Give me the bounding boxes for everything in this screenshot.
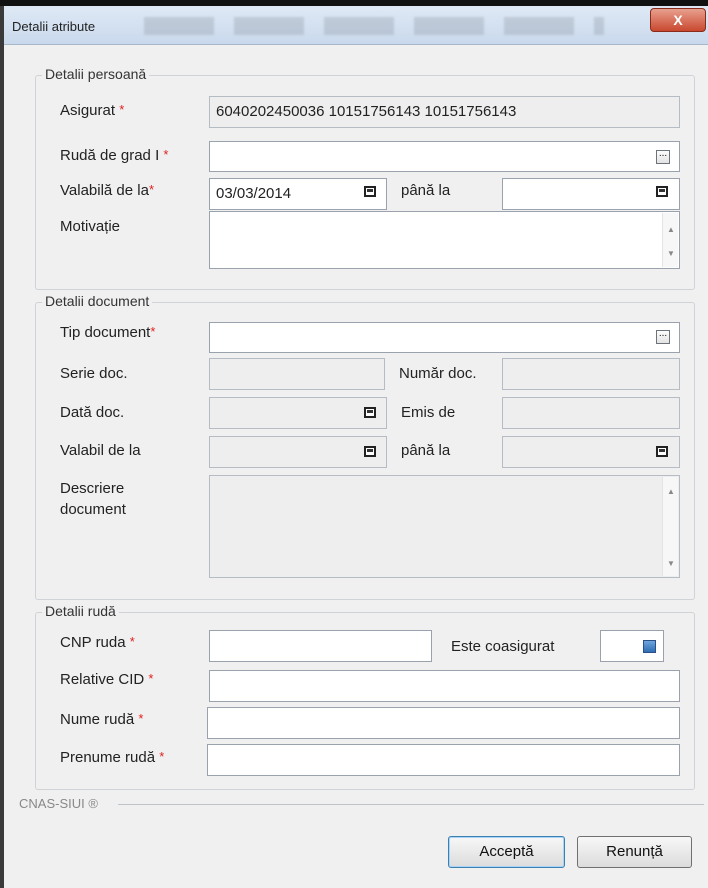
calendar-icon[interactable] xyxy=(656,446,668,457)
tip-document-label: Tip document* xyxy=(60,324,156,341)
nume-ruda-field[interactable] xyxy=(207,707,680,739)
calendar-icon[interactable] xyxy=(656,186,668,197)
descriere-scrollbar[interactable]: ▲ ▼ xyxy=(662,477,678,576)
nume-ruda-label: Nume rudă * xyxy=(60,711,144,728)
dialog-window: Detalii atribute X Detalii persoană Asig… xyxy=(4,6,708,888)
tip-document-field[interactable] xyxy=(209,322,680,353)
descriere-label-line2: document xyxy=(60,501,126,518)
motivatie-scrollbar[interactable]: ▲ ▼ xyxy=(662,213,678,267)
emis-de-label: Emis de xyxy=(401,404,456,421)
cnp-ruda-field[interactable] xyxy=(209,630,432,662)
valabil-label: Valabil de la xyxy=(60,442,141,459)
relative-cid-label: Relative CID * xyxy=(60,671,154,688)
pana-label: până la xyxy=(401,182,451,199)
serie-doc-label: Serie doc. xyxy=(60,365,128,382)
calendar-icon[interactable] xyxy=(364,186,376,197)
title-bar[interactable]: Detalii atribute X xyxy=(4,6,708,45)
emis-de-field xyxy=(502,397,680,429)
close-button[interactable]: X xyxy=(650,8,706,32)
scroll-down-icon[interactable]: ▼ xyxy=(667,559,675,568)
asigurat-field: 6040202450036 10151756143 10151756143 xyxy=(209,96,680,128)
prenume-ruda-label: Prenume rudă * xyxy=(60,749,165,766)
background-window-ghost xyxy=(144,17,604,35)
data-doc-label: Dată doc. xyxy=(60,404,125,421)
valabila-label: Valabilă de la* xyxy=(60,182,155,199)
pana-date-field[interactable] xyxy=(502,178,680,210)
ellipsis-icon[interactable]: ... xyxy=(656,149,670,164)
valabila-date-field[interactable]: 03/03/2014 xyxy=(209,178,387,210)
scroll-up-icon[interactable]: ▲ xyxy=(667,225,675,234)
descriere-textarea xyxy=(209,475,680,578)
numar-doc-field xyxy=(502,358,680,390)
descriere-label-line1: Descriere xyxy=(60,480,125,497)
asigurat-label: Asigurat * xyxy=(60,102,125,119)
prenume-ruda-field[interactable] xyxy=(207,744,680,776)
required-mark: * xyxy=(119,102,125,117)
relative-cid-field[interactable] xyxy=(209,670,680,702)
scroll-up-icon[interactable]: ▲ xyxy=(667,487,675,496)
window-title: Detalii atribute xyxy=(12,19,96,34)
pana-doc-field xyxy=(502,436,680,468)
data-doc-field xyxy=(209,397,387,429)
scroll-down-icon[interactable]: ▼ xyxy=(667,249,675,258)
pana-doc-label: până la xyxy=(401,442,451,459)
brand-label: CNAS-SIUI ® xyxy=(19,796,98,811)
motivatie-label: Motivație xyxy=(60,218,121,235)
group-ruda-legend: Detalii rudă xyxy=(42,603,119,619)
ellipsis-icon[interactable]: ... xyxy=(656,329,670,344)
numar-doc-label: Număr doc. xyxy=(399,365,477,382)
footer-divider xyxy=(118,804,704,805)
calendar-icon[interactable] xyxy=(364,446,376,457)
calendar-icon[interactable] xyxy=(364,407,376,418)
ruda-grad-field[interactable] xyxy=(209,141,680,172)
coasigurat-label: Este coasigurat xyxy=(451,638,555,655)
serie-doc-field xyxy=(209,358,385,390)
cnp-ruda-label: CNP ruda * xyxy=(60,634,135,651)
group-document-legend: Detalii document xyxy=(42,293,153,309)
cancel-button[interactable]: Renunță xyxy=(577,836,692,868)
accept-button[interactable]: Acceptă xyxy=(448,836,565,868)
group-persona-legend: Detalii persoană xyxy=(42,66,150,82)
motivatie-textarea[interactable] xyxy=(209,211,680,269)
valabil-date-field xyxy=(209,436,387,468)
checkbox-checked-icon[interactable] xyxy=(643,640,656,653)
ruda-grad-label: Rudă de grad I * xyxy=(60,147,169,164)
